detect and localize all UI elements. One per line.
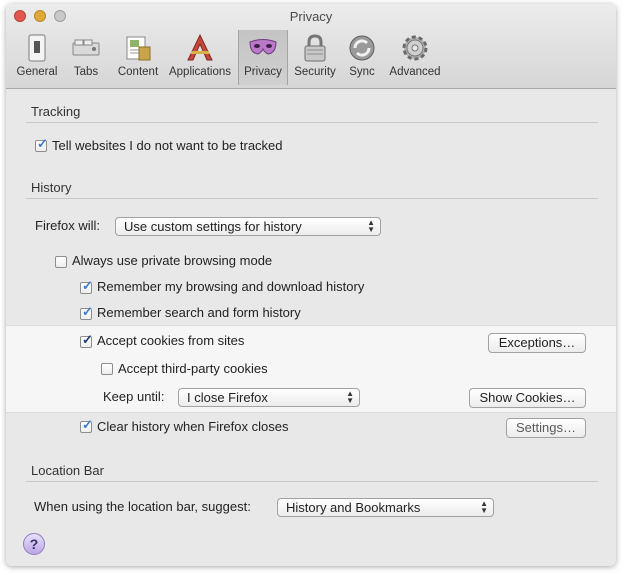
exceptions-button[interactable]: Exceptions… bbox=[488, 333, 586, 353]
accept-cookies-checkbox[interactable]: ✓ bbox=[80, 332, 93, 348]
toolbar-general[interactable]: General bbox=[11, 30, 63, 85]
history-mode-popup[interactable]: Use custom settings for history ▲ ▼ bbox=[115, 217, 381, 236]
remember-search-checkbox[interactable]: ✓ bbox=[80, 304, 93, 320]
toolbar-label-applications: Applications bbox=[168, 66, 231, 78]
history-mode-value: Use custom settings for history bbox=[124, 219, 302, 234]
popup-arrows-icon: ▲ ▼ bbox=[346, 389, 354, 405]
applications-icon bbox=[187, 33, 213, 61]
toolbar-label-privacy: Privacy bbox=[244, 66, 282, 78]
keep-until-value: I close Firefox bbox=[187, 390, 268, 405]
history-heading: History bbox=[31, 180, 72, 195]
tabs-icon bbox=[72, 39, 100, 56]
privacy-mask-icon bbox=[249, 39, 277, 55]
help-button[interactable]: ? bbox=[23, 533, 45, 555]
remember-browsing-label: Remember my browsing and download histor… bbox=[97, 279, 365, 294]
help-icon: ? bbox=[29, 536, 39, 552]
do-not-track-checkbox[interactable]: ✓ bbox=[35, 136, 48, 152]
remember-browsing-checkbox[interactable]: ✓ bbox=[80, 278, 93, 294]
titlebar: Privacy General Tabs Content Application… bbox=[6, 4, 616, 89]
toolbar-label-tabs: Tabs bbox=[73, 66, 99, 78]
sync-icon bbox=[349, 35, 375, 61]
window-title: Privacy bbox=[289, 9, 333, 24]
third-party-cookies-checkbox[interactable] bbox=[101, 363, 113, 375]
checkmark-icon: ✓ bbox=[82, 417, 93, 432]
popup-arrows-icon: ▲ ▼ bbox=[367, 218, 375, 234]
toolbar-privacy[interactable]: Privacy bbox=[238, 30, 288, 85]
location-bar-heading: Location Bar bbox=[31, 463, 104, 478]
toolbar-label-content: Content bbox=[117, 66, 159, 78]
general-switch-icon bbox=[28, 34, 46, 62]
clear-history-label: Clear history when Firefox closes bbox=[97, 419, 289, 434]
suggest-label: When using the location bar, suggest: bbox=[34, 499, 251, 514]
checkmark-icon: ✓ bbox=[82, 332, 93, 347]
security-lock-icon bbox=[304, 34, 326, 62]
clear-history-checkbox[interactable]: ✓ bbox=[80, 417, 93, 433]
advanced-gear-icon bbox=[402, 35, 428, 61]
firefox-will-label: Firefox will: bbox=[35, 218, 101, 233]
tracking-heading: Tracking bbox=[31, 104, 81, 119]
checkmark-icon: ✓ bbox=[82, 278, 93, 293]
toolbar-label-sync: Sync bbox=[349, 66, 375, 78]
show-cookies-button[interactable]: Show Cookies… bbox=[469, 388, 586, 408]
preferences-window: Privacy General Tabs Content Application… bbox=[6, 4, 616, 566]
checkmark-icon: ✓ bbox=[37, 136, 48, 151]
tracking-separator bbox=[26, 122, 598, 123]
toolbar-content[interactable]: Content bbox=[109, 30, 167, 85]
keep-until-label: Keep until: bbox=[103, 389, 165, 404]
private-browsing-label: Always use private browsing mode bbox=[72, 253, 273, 268]
toolbar-security[interactable]: Security bbox=[290, 30, 340, 85]
private-browsing-checkbox[interactable] bbox=[55, 256, 67, 268]
history-separator bbox=[26, 198, 598, 199]
keep-until-popup[interactable]: I close Firefox ▲ ▼ bbox=[178, 388, 360, 407]
checkmark-icon: ✓ bbox=[82, 304, 93, 319]
content-icon bbox=[126, 36, 151, 61]
remember-search-label: Remember search and form history bbox=[97, 305, 301, 320]
toolbar-label-security: Security bbox=[294, 66, 336, 78]
toolbar-label-advanced: Advanced bbox=[389, 66, 441, 78]
privacy-pane: Tracking ✓ Tell websites I do not want t… bbox=[6, 89, 616, 566]
accept-cookies-label: Accept cookies from sites bbox=[97, 333, 245, 348]
do-not-track-label: Tell websites I do not want to be tracke… bbox=[52, 138, 283, 153]
toolbar-label-general: General bbox=[16, 66, 58, 78]
clear-settings-button[interactable]: Settings… bbox=[506, 418, 586, 438]
location-bar-separator bbox=[26, 481, 598, 482]
suggest-value: History and Bookmarks bbox=[286, 500, 421, 515]
third-party-cookies-label: Accept third-party cookies bbox=[118, 361, 268, 376]
toolbar-applications[interactable]: Applications bbox=[166, 30, 234, 85]
popup-arrows-icon: ▲ ▼ bbox=[480, 499, 488, 515]
toolbar-tabs[interactable]: Tabs bbox=[64, 30, 108, 85]
toolbar-sync[interactable]: Sync bbox=[340, 30, 384, 85]
suggest-popup[interactable]: History and Bookmarks ▲ ▼ bbox=[277, 498, 494, 517]
toolbar-advanced[interactable]: Advanced bbox=[386, 30, 444, 85]
